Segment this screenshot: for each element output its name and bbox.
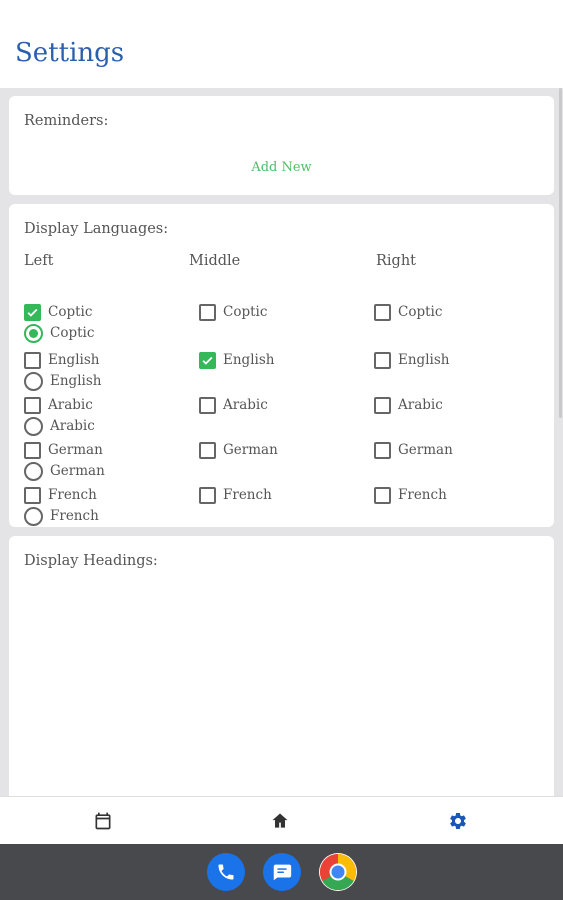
language-option-label: Arabic [48, 397, 93, 413]
scrollbar[interactable] [559, 88, 562, 418]
radio-button[interactable] [24, 506, 43, 526]
chrome-app-button[interactable] [319, 853, 357, 891]
chrome-icon [319, 854, 357, 891]
messages-icon [273, 864, 292, 881]
language-option-middle[interactable]: French [199, 485, 272, 505]
heading-option[interactable]: German [24, 461, 105, 481]
display-headings-card: Display Headings: Coptic English Arabic Ger… [9, 323, 554, 796]
language-option-label: German [48, 442, 103, 458]
heading-option[interactable]: Coptic [24, 323, 94, 343]
column-header-middle: Middle [189, 253, 241, 269]
phone-app-button[interactable] [207, 853, 245, 891]
language-option-right[interactable]: Arabic [374, 395, 443, 415]
checkbox[interactable] [24, 441, 41, 459]
nav-calendar-button[interactable] [91, 809, 115, 833]
heading-option-label: German [50, 463, 105, 479]
checkbox[interactable] [374, 351, 391, 369]
language-option-label: Coptic [48, 304, 93, 320]
check-icon [202, 356, 213, 365]
heading-option[interactable]: Arabic [24, 416, 95, 436]
language-option-label: English [398, 352, 450, 368]
checkbox[interactable] [374, 303, 391, 321]
calendar-icon [95, 812, 111, 830]
messages-app-button[interactable] [263, 853, 301, 891]
nav-home-button[interactable] [268, 809, 292, 833]
display-languages-title: Display Languages: [24, 221, 169, 237]
system-dock [0, 844, 563, 900]
check-icon [27, 308, 38, 317]
reminders-title: Reminders: [24, 113, 109, 129]
heading-option-label: English [50, 373, 102, 389]
display-headings-title: Display Headings: [24, 553, 158, 569]
radio-button[interactable] [24, 371, 43, 391]
language-option-right[interactable]: German [374, 440, 453, 460]
checkbox[interactable] [199, 441, 216, 459]
language-option-label: English [48, 352, 100, 368]
language-option-label: Arabic [398, 397, 443, 413]
radio-button[interactable] [24, 323, 43, 343]
language-option-left[interactable]: English [24, 350, 99, 370]
home-icon [272, 813, 288, 828]
heading-option-label: Arabic [50, 418, 95, 434]
add-new-reminder-button[interactable]: Add New [9, 160, 554, 175]
gear-icon [450, 813, 466, 829]
language-option-label: French [48, 487, 97, 503]
checkbox[interactable] [199, 351, 216, 369]
checkbox[interactable] [199, 486, 216, 504]
app-header: Settings [0, 0, 563, 88]
language-option-label: French [223, 487, 272, 503]
checkbox[interactable] [24, 351, 41, 369]
settings-scroll-area[interactable]: Reminders: Add New Display Languages: Le… [0, 88, 563, 796]
language-option-label: Coptic [398, 304, 443, 320]
column-header-left: Left [24, 253, 54, 269]
heading-option[interactable]: English [24, 371, 101, 391]
checkbox[interactable] [199, 396, 216, 414]
checkbox[interactable] [24, 486, 41, 504]
radio-button[interactable] [24, 416, 43, 436]
radio-dot [29, 328, 38, 338]
language-option-right[interactable]: French [374, 485, 447, 505]
heading-option[interactable]: French [24, 506, 99, 526]
heading-option-label: Coptic [50, 325, 95, 341]
checkbox[interactable] [24, 396, 41, 414]
checkbox[interactable] [24, 303, 41, 321]
language-option-right[interactable]: Coptic [374, 302, 442, 322]
phone-icon [218, 864, 234, 880]
language-option-label: English [223, 352, 275, 368]
language-option-left[interactable]: Coptic [24, 302, 92, 322]
heading-option-label: French [50, 508, 99, 524]
language-option-right[interactable]: English [374, 350, 449, 370]
checkbox[interactable] [374, 486, 391, 504]
language-option-label: German [398, 442, 453, 458]
language-option-left[interactable]: German [24, 440, 103, 460]
language-option-label: Arabic [223, 397, 268, 413]
page-title: Settings [15, 38, 125, 68]
checkbox[interactable] [374, 441, 391, 459]
language-option-middle[interactable]: English [199, 350, 274, 370]
language-option-label: Coptic [223, 304, 268, 320]
language-option-label: French [398, 487, 447, 503]
bottom-nav [0, 796, 563, 844]
checkbox[interactable] [374, 396, 391, 414]
reminders-card: Reminders: Add New [9, 96, 554, 195]
language-option-middle[interactable]: Coptic [199, 302, 267, 322]
language-option-label: German [223, 442, 278, 458]
checkbox[interactable] [199, 303, 216, 321]
language-option-left[interactable]: Arabic [24, 395, 93, 415]
nav-settings-button[interactable] [446, 809, 470, 833]
column-header-right: Right [376, 253, 417, 269]
radio-button[interactable] [24, 461, 43, 481]
language-option-left[interactable]: French [24, 485, 97, 505]
language-option-middle[interactable]: German [199, 440, 278, 460]
language-option-middle[interactable]: Arabic [199, 395, 268, 415]
